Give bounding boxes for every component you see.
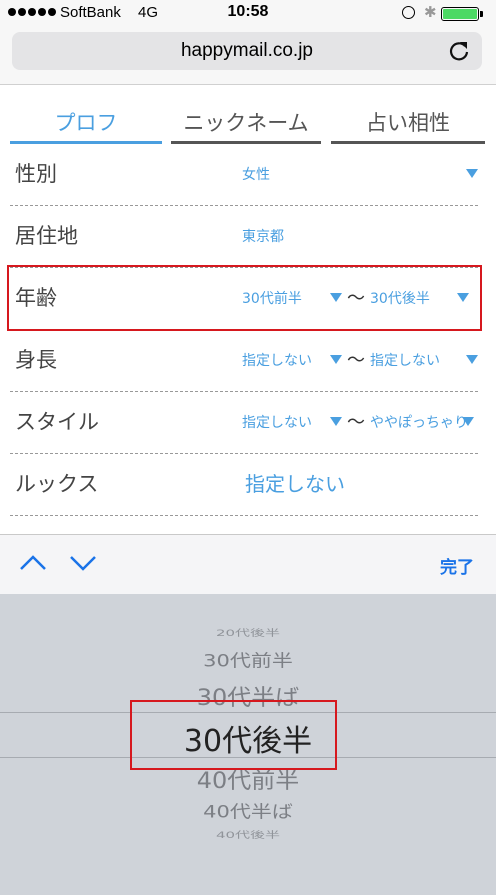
style-to-select[interactable]: ややぽっちゃり <box>370 412 470 432</box>
height-from-select[interactable]: 指定しない <box>242 350 312 370</box>
style-range-separator: 〜 <box>347 412 365 433</box>
height-to-select[interactable]: 指定しない <box>370 350 440 370</box>
looks-select[interactable]: 指定しない <box>245 468 345 497</box>
bluetooth-icon: ✱ <box>424 3 437 21</box>
row-looks: ルックス 指定しない <box>10 453 478 516</box>
height-to-dropdown-icon[interactable] <box>466 355 478 364</box>
height-range-separator: 〜 <box>347 350 365 371</box>
row-height: 身長 指定しない 〜 指定しない <box>10 329 478 392</box>
status-bar: SoftBank 4G 10:58 ✱ <box>0 0 496 28</box>
battery-icon <box>441 7 479 21</box>
tab-fortune-compat[interactable]: 占い相性 <box>331 108 485 144</box>
clock: 10:58 <box>227 3 269 20</box>
gender-label: 性別 <box>15 162 57 186</box>
chevron-down-icon[interactable] <box>68 551 98 575</box>
picker-selection-highlight <box>130 700 337 770</box>
picker-option[interactable]: 30代前半 <box>0 648 496 673</box>
style-label: スタイル <box>15 410 99 434</box>
age-row-highlight <box>7 265 482 331</box>
gender-select[interactable]: 女性 <box>242 164 270 184</box>
tab-nickname[interactable]: ニックネーム <box>171 108 321 144</box>
looks-label: ルックス <box>15 472 99 496</box>
picker-option[interactable]: 20代後半 <box>0 626 496 639</box>
profile-tabs: プロフ ニックネーム 占い相性 <box>10 108 485 144</box>
style-from-dropdown-icon[interactable] <box>330 417 342 426</box>
style-to-dropdown-icon[interactable] <box>462 417 474 426</box>
style-from-select[interactable]: 指定しない <box>242 412 312 432</box>
residence-value[interactable]: 東京都 <box>242 226 284 246</box>
picker-option[interactable]: 40代後半 <box>0 828 496 841</box>
browser-toolbar: happymail.co.jp <box>0 28 496 85</box>
battery-tip <box>480 11 483 17</box>
reload-icon[interactable] <box>446 38 472 64</box>
row-residence: 居住地 東京都 <box>10 205 478 268</box>
url-text[interactable]: happymail.co.jp <box>12 40 482 62</box>
height-from-dropdown-icon[interactable] <box>330 355 342 364</box>
address-bar[interactable]: happymail.co.jp <box>12 32 482 70</box>
row-style: スタイル 指定しない 〜 ややぽっちゃり <box>10 391 478 454</box>
chevron-up-icon[interactable] <box>18 551 48 575</box>
picker-toolbar: 完了 <box>0 534 496 595</box>
done-button[interactable]: 完了 <box>440 553 474 578</box>
tab-profile[interactable]: プロフ <box>10 108 162 144</box>
gender-dropdown-icon[interactable] <box>466 169 478 178</box>
rotation-lock-icon <box>402 6 415 19</box>
row-gender: 性別 女性 <box>10 143 478 206</box>
residence-label: 居住地 <box>15 224 78 248</box>
height-label: 身長 <box>15 348 57 372</box>
picker-option[interactable]: 40代半ば <box>0 799 496 824</box>
